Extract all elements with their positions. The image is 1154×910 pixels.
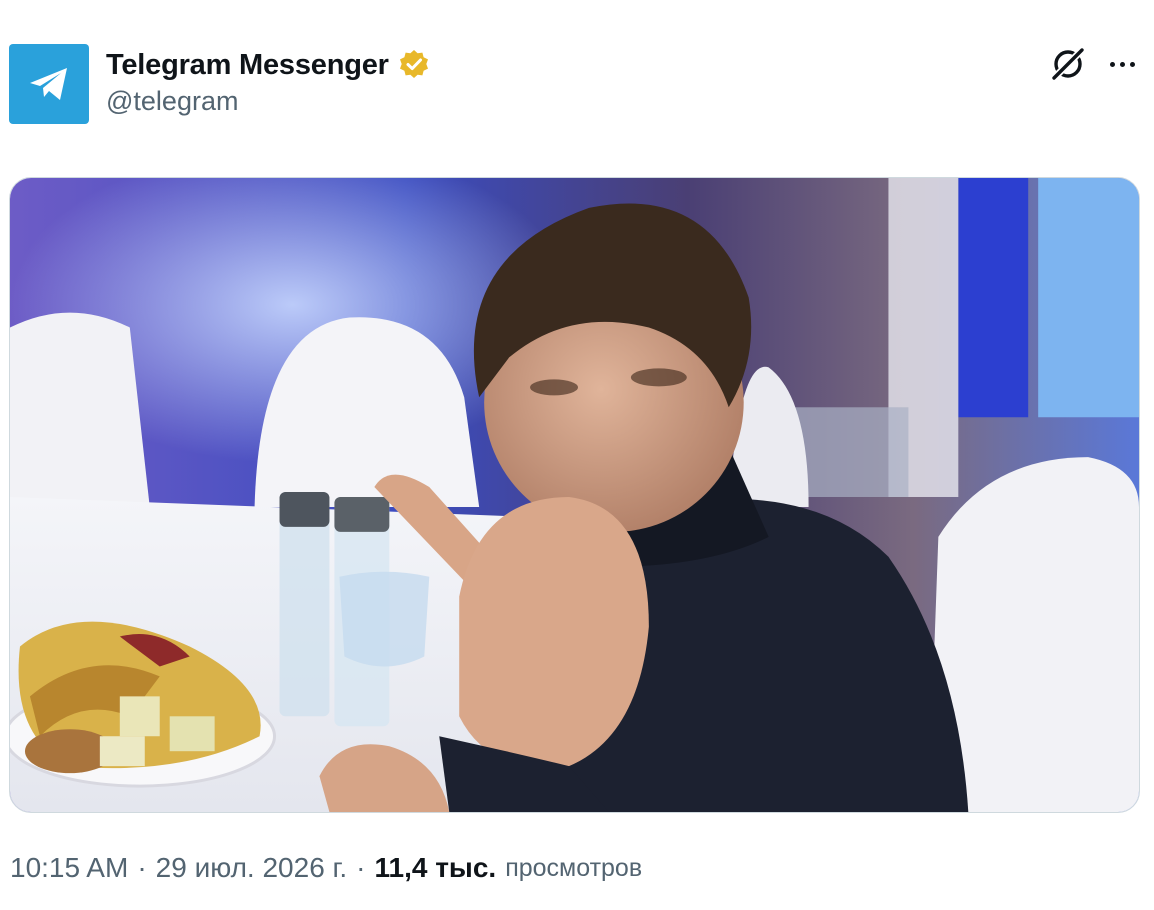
tweet-meta: 10:15 AM · 29 июл. 2026 г. · 11,4 тыс. п… bbox=[10, 848, 642, 888]
photo-image bbox=[10, 178, 1139, 812]
author-name-row: Telegram Messenger bbox=[106, 44, 431, 86]
tweet-photo[interactable] bbox=[9, 177, 1140, 813]
avatar[interactable] bbox=[9, 44, 89, 124]
grok-button[interactable] bbox=[1049, 45, 1087, 83]
views-label: просмотров bbox=[505, 853, 643, 882]
grok-icon bbox=[1050, 46, 1086, 82]
display-name[interactable]: Telegram Messenger bbox=[106, 49, 389, 82]
timestamp-date[interactable]: 29 июл. 2026 г. bbox=[156, 852, 348, 884]
meta-separator: · bbox=[356, 852, 366, 883]
tweet: Telegram Messenger @telegram 10:15 AM · … bbox=[0, 0, 1154, 910]
paper-plane-icon bbox=[30, 68, 67, 100]
more-horizontal-icon bbox=[1109, 61, 1115, 67]
verified-badge-icon[interactable] bbox=[397, 48, 431, 82]
author-handle[interactable]: @telegram bbox=[106, 86, 238, 117]
timestamp-time[interactable]: 10:15 AM bbox=[10, 852, 128, 884]
meta-separator: · bbox=[137, 852, 147, 883]
more-options-button[interactable] bbox=[1104, 50, 1140, 78]
views-count[interactable]: 11,4 тыс. bbox=[374, 852, 496, 884]
